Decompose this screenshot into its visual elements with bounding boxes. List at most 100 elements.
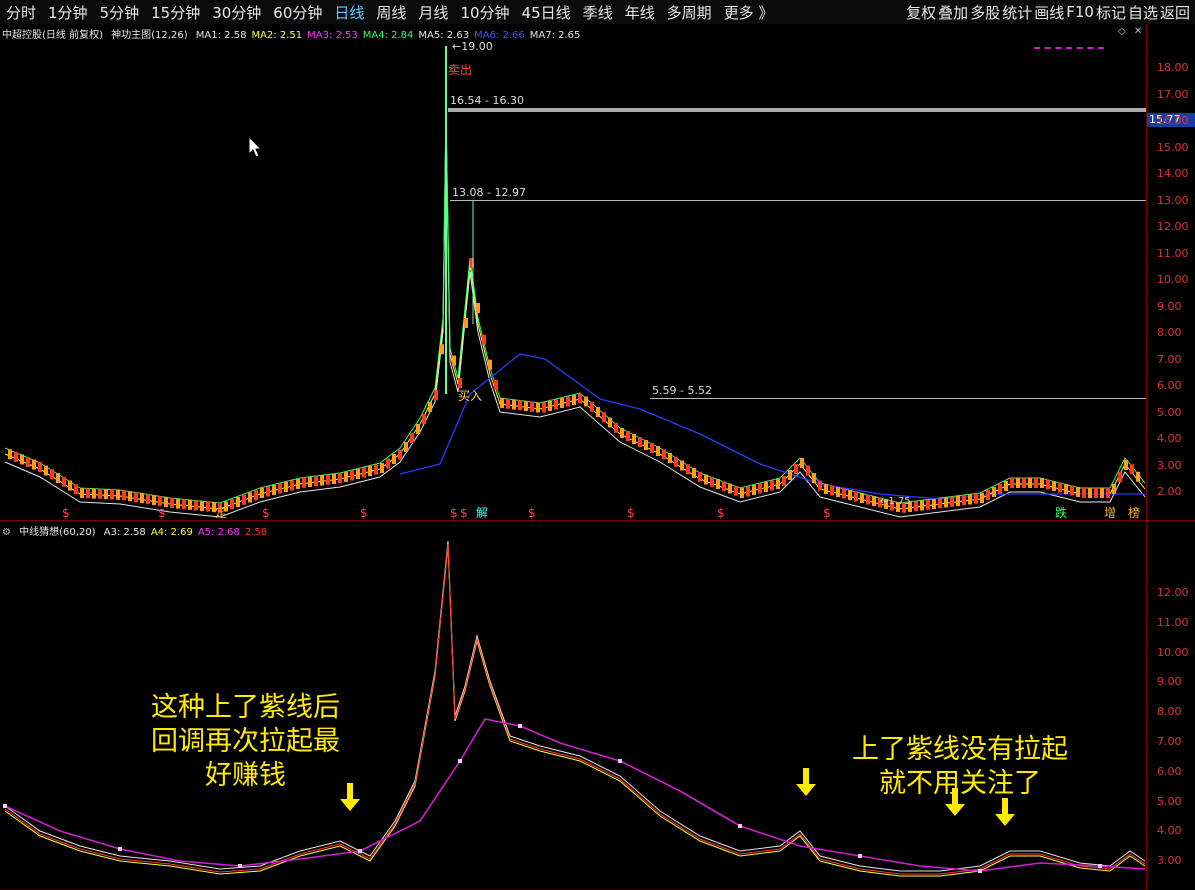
axis-tick-label: 8.00 [1157,705,1182,719]
toolbar-action-button[interactable]: 返回 [1159,2,1191,23]
toolbar-action-button[interactable]: 自选 [1127,2,1159,23]
candle [44,465,48,476]
candle [32,459,36,470]
candle [620,428,624,438]
candle [350,470,354,481]
candle [938,498,942,509]
candle [662,449,666,460]
candle [944,497,948,508]
panel-controls[interactable]: ◇ ✕ [1118,26,1142,37]
period-tab[interactable]: 30分钟 [206,2,267,23]
candle [302,477,306,488]
ma-value: MA6: 2.66 [474,30,525,41]
event-marker: $ [627,506,635,520]
candle [1058,482,1062,493]
candle [368,466,372,476]
toolbar-action-button[interactable]: 叠加 [937,2,969,23]
candle [680,460,684,471]
candle [752,485,756,495]
candle [314,476,318,487]
close-icon[interactable]: ✕ [1134,26,1142,37]
axis-tick-label: 13.00 [1157,193,1189,207]
price-y-axis: 15.77 18.00 17.00 16.00 15.00 14.00 13.00 12.0… [1146,24,1195,520]
purple-dot [358,849,362,853]
axis-tick-label: 12.00 [1157,220,1189,233]
candle [566,396,570,407]
toolbar-action-button[interactable]: 复权 [905,2,937,23]
purple-dot [458,759,462,763]
candle [386,458,390,469]
axis-tick-label: 3.00 [1157,458,1182,472]
axis-tick-label: 14.00 [1157,167,1189,180]
gear-icon[interactable]: ⚙ [2,527,11,538]
candle [134,492,138,503]
candle [506,398,510,409]
period-tab[interactable]: 60分钟 [267,2,328,23]
candle [410,433,414,443]
candle [266,486,270,497]
candle [356,469,360,479]
period-tab[interactable]: 10分钟 [454,2,515,23]
event-marker: $ [823,506,831,520]
toolbar-action-button[interactable]: 多股 [969,2,1001,23]
period-tab[interactable]: 1分钟 [42,2,94,23]
candle [626,431,630,441]
candle [296,479,300,489]
candle [398,449,402,460]
axis-tick-label: 6.00 [1157,764,1182,778]
period-tab[interactable]: 15分钟 [145,2,206,23]
candle [1100,488,1104,498]
price-chart-canvas[interactable]: 16.54 - 16.30 13.08 - 12.97 5.59 - 5.52 ←19… [0,24,1146,520]
candle [920,500,924,511]
candle [332,474,336,484]
period-tab[interactable]: 多周期 [661,2,718,23]
period-tab[interactable]: 45日线 [516,2,577,23]
candle [230,499,234,510]
candle [140,493,144,504]
candle [926,499,930,510]
ma-line-blue [399,353,1145,500]
period-tab[interactable]: 5分钟 [94,2,146,23]
candle [770,480,774,491]
candle [824,484,828,494]
candle [518,400,522,411]
annotation-left-line: 这种上了紫线后 [151,692,340,723]
price-chart-panel[interactable]: 16.54 - 16.30 13.08 - 12.97 5.59 - 5.52 ←19… [0,24,1195,521]
candle [614,422,618,433]
main-legend: 中超控股(日线 前复权) 神功主图(12,26) MA1: 2.58 MA2: 2… [2,26,590,41]
indicator-panel[interactable]: ⚙ 中线猜想(60,20) A3: 2.58 A4: 2.69 A5: 2.68 2.… [0,521,1195,890]
candle [812,473,816,483]
toolbar-action-button[interactable]: 统计 [1001,2,1033,23]
diamond-icon[interactable]: ◇ [1118,26,1126,37]
candle [992,487,996,497]
period-tab[interactable]: 周线 [370,2,412,23]
period-tab[interactable]: 月线 [412,2,454,23]
axis-tick-label: 17.00 [1157,87,1189,101]
event-marker: $ [717,506,725,520]
candle [422,414,426,424]
candle [200,501,204,511]
high-price-label: ←19.00 [452,40,493,53]
candle [404,442,408,452]
period-tab[interactable]: 分时 [0,2,42,23]
annotation-right-line: 上了紫线没有拉起 [852,734,1068,765]
period-tab[interactable]: 年线 [619,2,661,23]
candle [650,443,654,453]
toolbar-action-button[interactable]: 画线 [1033,2,1065,23]
candle [734,485,738,496]
candle [1082,488,1086,498]
toolbar-action-button[interactable]: F10 [1065,3,1095,21]
candle [1112,484,1116,494]
event-marker: $ [450,506,458,520]
candle [434,390,438,400]
toolbar-action-button[interactable]: 标记 [1095,2,1127,23]
candle [146,494,150,505]
stock-title: 中超控股(日线 前复权) [2,30,103,41]
candle [998,484,1002,494]
candle [326,474,330,485]
period-tab[interactable]: 更多 》 [718,2,780,23]
period-tab[interactable]: 季线 [577,2,619,23]
indicator-value: 2.58 [244,527,268,538]
candle [848,490,852,500]
period-tab[interactable]: 日线 [328,2,370,23]
